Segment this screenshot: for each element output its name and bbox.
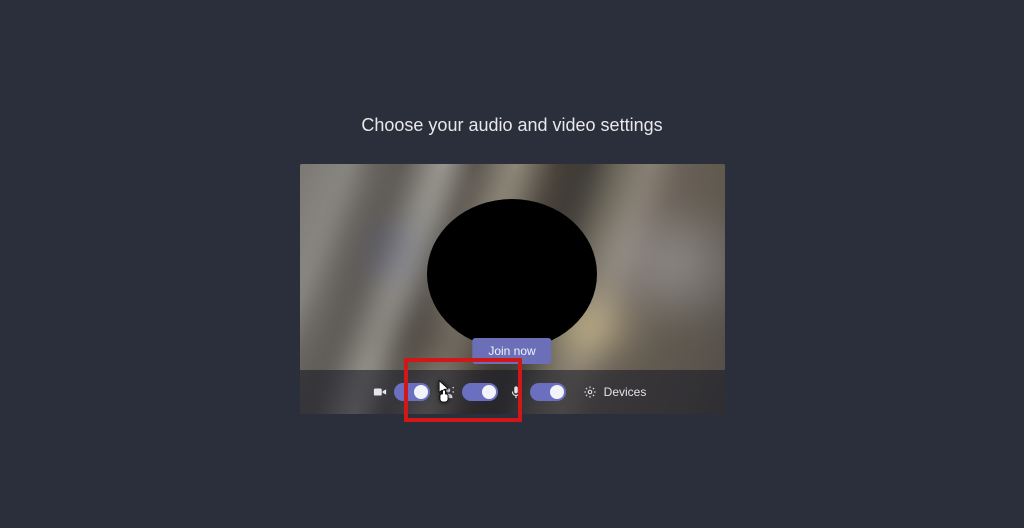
toggle-knob [550,385,564,399]
page-title: Choose your audio and video settings [361,115,662,136]
mic-toggle[interactable] [530,383,566,401]
mic-icon [508,384,524,400]
video-preview: Join now [300,164,725,414]
background-blur-icon [440,384,456,400]
devices-button[interactable]: Devices [576,380,653,404]
background-blur-control [440,383,498,401]
gear-icon [582,384,598,400]
mic-control [508,383,566,401]
camera-icon [372,384,388,400]
devices-label: Devices [604,385,647,399]
background-blur-toggle[interactable] [462,383,498,401]
camera-toggle[interactable] [394,383,430,401]
toggle-knob [482,385,496,399]
join-now-button[interactable]: Join now [472,338,551,364]
toggle-knob [414,385,428,399]
camera-control [372,383,430,401]
face-redaction-mask [427,199,597,349]
av-controls-bar: Devices [300,370,725,414]
